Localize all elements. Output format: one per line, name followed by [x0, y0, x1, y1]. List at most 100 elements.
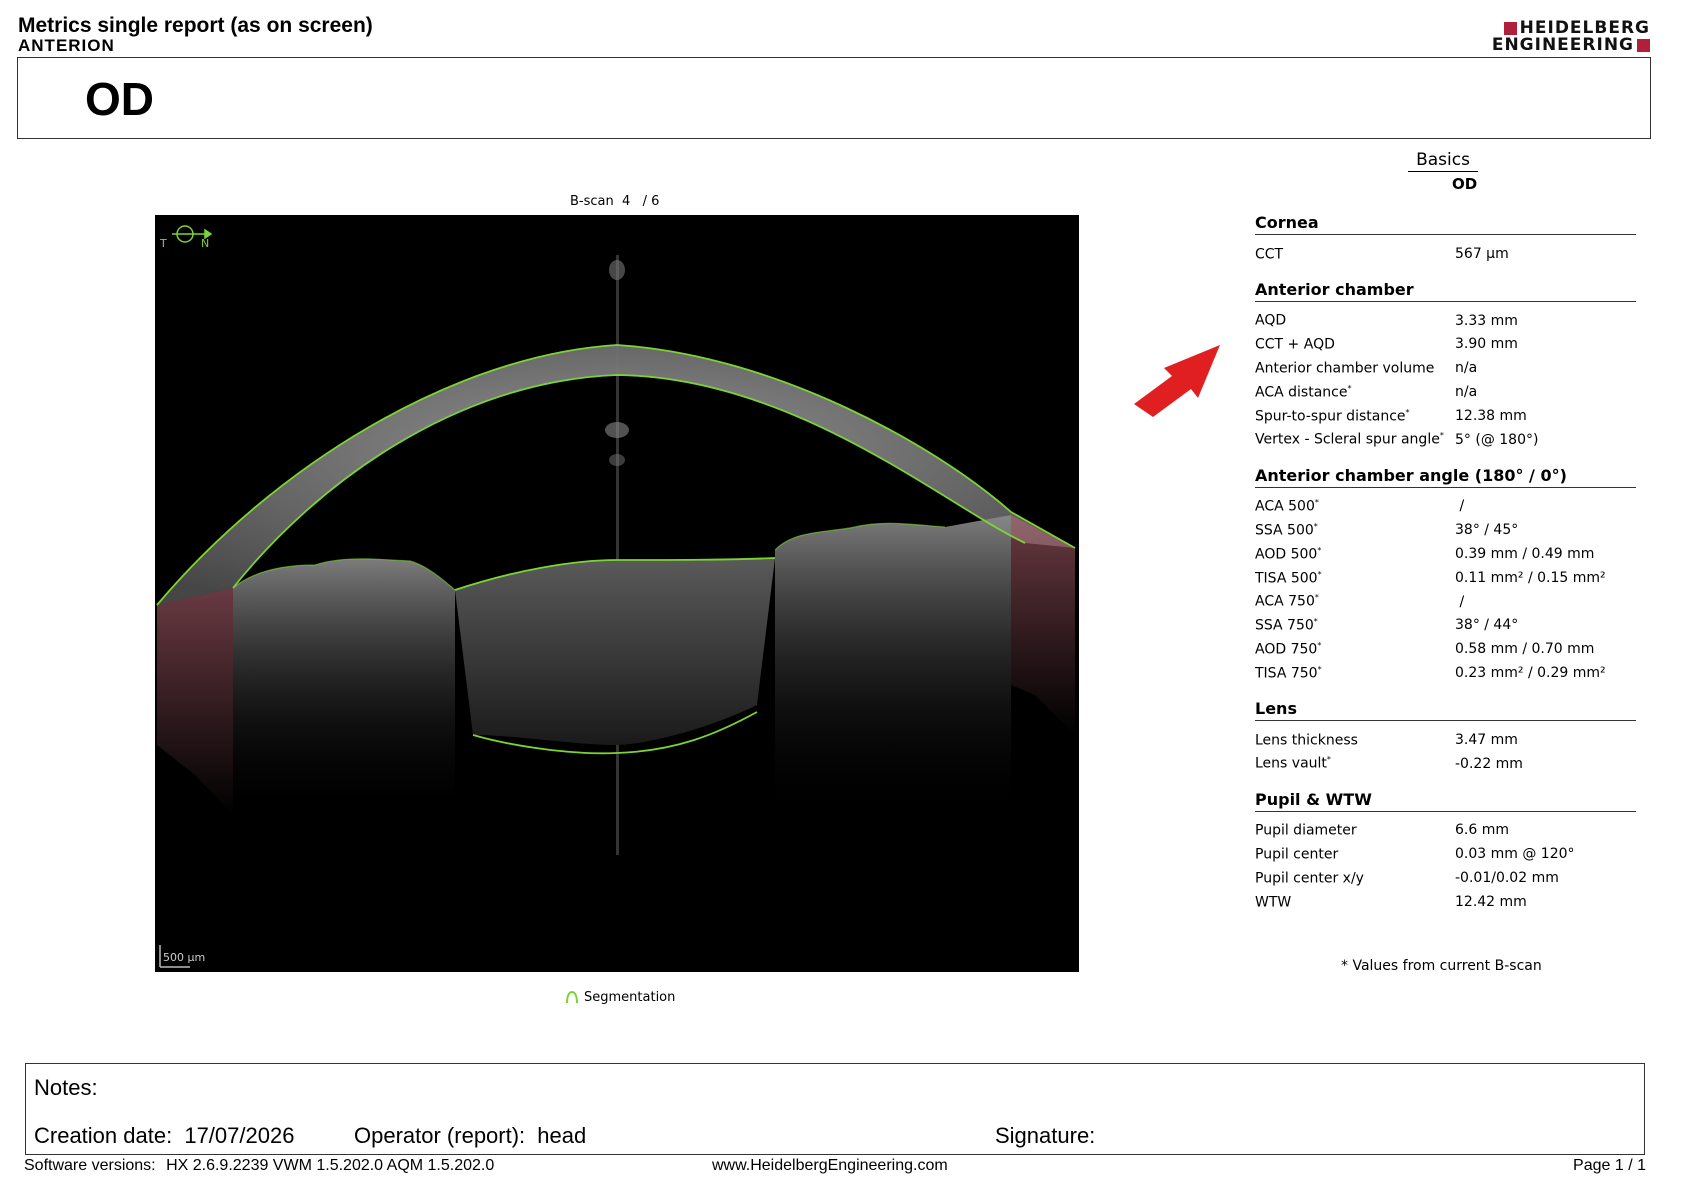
metric-label-text: AOD 750	[1255, 641, 1318, 658]
metric-row: Pupil diameter 6.6 mm	[1255, 819, 1636, 843]
metric-row: WTW 12.42 mm	[1255, 890, 1636, 914]
metric-value: 38° / 45°	[1455, 522, 1519, 539]
metric-label: Lens vault*	[1255, 755, 1455, 772]
metric-value: /	[1455, 593, 1465, 610]
metrics-section: Cornea CCT 567 µm	[1255, 213, 1636, 266]
signature-label: Signature:	[995, 1123, 1096, 1148]
metric-label-text: Pupil center x/y	[1255, 870, 1364, 887]
metric-label-text: TISA 750	[1255, 665, 1318, 682]
metric-star: *	[1317, 664, 1322, 674]
metric-row: AOD 500* 0.39 mm / 0.49 mm	[1255, 542, 1636, 566]
metric-value: 0.23 mm² / 0.29 mm²	[1455, 665, 1606, 682]
metric-star: *	[1313, 521, 1318, 531]
footnote: * Values from current B-scan	[1341, 958, 1542, 974]
metric-label-text: Pupil diameter	[1255, 822, 1357, 839]
page-number: Page 1 / 1	[1573, 1157, 1646, 1174]
metric-value: 12.38 mm	[1455, 407, 1527, 424]
metric-label: ACA distance*	[1255, 384, 1455, 401]
metric-row: CCT + AQD 3.90 mm	[1255, 333, 1636, 357]
basics-heading: Basics	[1408, 150, 1478, 172]
segmentation-legend[interactable]: Segmentation	[566, 990, 675, 1005]
metric-row: Lens vault* -0.22 mm	[1255, 752, 1636, 776]
website-link[interactable]: www.HeidelbergEngineering.com	[712, 1157, 948, 1175]
section-heading: Anterior chamber	[1255, 280, 1636, 302]
metric-value: 6.6 mm	[1455, 822, 1509, 839]
metric-star: *	[1317, 640, 1322, 650]
metric-label: WTW	[1255, 894, 1455, 911]
logo-line-2: ENGINEERING	[1491, 35, 1634, 55]
metric-label: Pupil diameter	[1255, 822, 1455, 839]
metric-value: -0.22 mm	[1455, 755, 1523, 772]
metric-value: 5° (@ 180°)	[1455, 431, 1539, 448]
metric-label: TISA 750*	[1255, 665, 1455, 682]
segmentation-legend-label: Segmentation	[584, 990, 676, 1005]
creation-date-value: 17/07/2026	[184, 1123, 295, 1148]
section-heading: Lens	[1255, 699, 1636, 721]
metric-label: Anterior chamber volume	[1255, 360, 1455, 377]
metric-row: ACA 750* /	[1255, 590, 1636, 614]
segmentation-icon	[566, 991, 578, 1004]
metric-value: 0.03 mm @ 120°	[1455, 846, 1575, 863]
metric-label: ACA 750*	[1255, 593, 1455, 610]
metric-label-text: AQD	[1255, 313, 1287, 330]
metric-label-text: CCT + AQD	[1255, 336, 1335, 353]
metric-star: *	[1326, 755, 1331, 765]
section-heading: Pupil & WTW	[1255, 790, 1636, 812]
heidelberg-logo: HEIDELBERG ENGINEERING	[1490, 20, 1650, 54]
metrics-panel: Cornea CCT 567 µm Anterior chamber AQD 3.33 m…	[1255, 213, 1636, 928]
metric-row: Spur-to-spur distance* 12.38 mm	[1255, 404, 1636, 428]
metric-label-text: AOD 500	[1255, 546, 1318, 563]
metric-star: *	[1347, 383, 1352, 393]
operator-label: Operator (report):	[354, 1123, 526, 1148]
metric-label: Spur-to-spur distance*	[1255, 408, 1455, 425]
metric-label: TISA 500*	[1255, 570, 1455, 587]
metric-label: SSA 750*	[1255, 617, 1455, 634]
metric-label-text: Anterior chamber volume	[1255, 360, 1435, 377]
metric-row: Pupil center x/y -0.01/0.02 mm	[1255, 866, 1636, 890]
metric-label-text: Spur-to-spur distance	[1255, 408, 1406, 425]
metric-label-text: Pupil center	[1255, 846, 1339, 863]
metric-star: *	[1317, 569, 1322, 579]
metric-row: Anterior chamber volume n/a	[1255, 356, 1636, 380]
crystalline-lens	[455, 558, 775, 745]
creation-date: Creation date: 17/07/2026	[34, 1123, 294, 1149]
metric-label-text: WTW	[1255, 894, 1292, 911]
artifact-blob	[609, 454, 625, 466]
metric-row: Pupil center 0.03 mm @ 120°	[1255, 842, 1636, 866]
metric-label: SSA 500*	[1255, 522, 1455, 539]
metric-value: 38° / 44°	[1455, 617, 1519, 634]
metric-value: n/a	[1455, 360, 1478, 377]
metric-row: CCT 567 µm	[1255, 242, 1636, 266]
metric-value: 0.58 mm / 0.70 mm	[1455, 641, 1595, 658]
product-name: ANTERION	[18, 36, 115, 55]
red-arrow-icon	[1134, 345, 1220, 417]
metric-value: 12.42 mm	[1455, 893, 1527, 910]
metric-row: TISA 500* 0.11 mm² / 0.15 mm²	[1255, 566, 1636, 590]
metric-row: AQD 3.33 mm	[1255, 309, 1636, 333]
metric-row: SSA 500* 38° / 45°	[1255, 518, 1636, 542]
metric-value: 567 µm	[1455, 245, 1509, 262]
metric-value: -0.01/0.02 mm	[1455, 870, 1559, 887]
metric-label: AQD	[1255, 312, 1455, 329]
metric-label-text: ACA 750	[1255, 593, 1315, 610]
metric-label-text: ACA distance	[1255, 384, 1348, 401]
metric-value: 3.90 mm	[1455, 336, 1518, 353]
metric-label: ACA 500*	[1255, 498, 1455, 515]
report-title: Metrics single report (as on screen)	[18, 14, 373, 37]
metric-label-text: SSA 750	[1255, 617, 1314, 634]
creation-date-label: Creation date:	[34, 1123, 173, 1148]
logo-square-icon	[1503, 22, 1517, 35]
metric-label-text: CCT	[1255, 246, 1284, 263]
metric-label: Lens thickness	[1255, 732, 1455, 748]
basics-eye: OD	[1452, 175, 1478, 193]
metric-row: TISA 750* 0.23 mm² / 0.29 mm²	[1255, 661, 1636, 685]
metric-label: AOD 500*	[1255, 546, 1455, 563]
artifact-blob	[605, 422, 629, 438]
metric-value: 0.39 mm / 0.49 mm	[1455, 546, 1595, 563]
metrics-section: Lens Lens thickness 3.47 mm Lens vault* -0.2…	[1255, 699, 1636, 776]
metric-label-text: ACA 500	[1255, 498, 1315, 515]
scale-bar-label: 500 µm	[163, 951, 206, 964]
metric-row: Lens thickness 3.47 mm	[1255, 728, 1636, 752]
software-value: HX 2.6.9.2239 VWM 1.5.202.0 AQM 1.5.202.…	[166, 1157, 495, 1174]
metric-label-text: SSA 500	[1255, 522, 1314, 539]
